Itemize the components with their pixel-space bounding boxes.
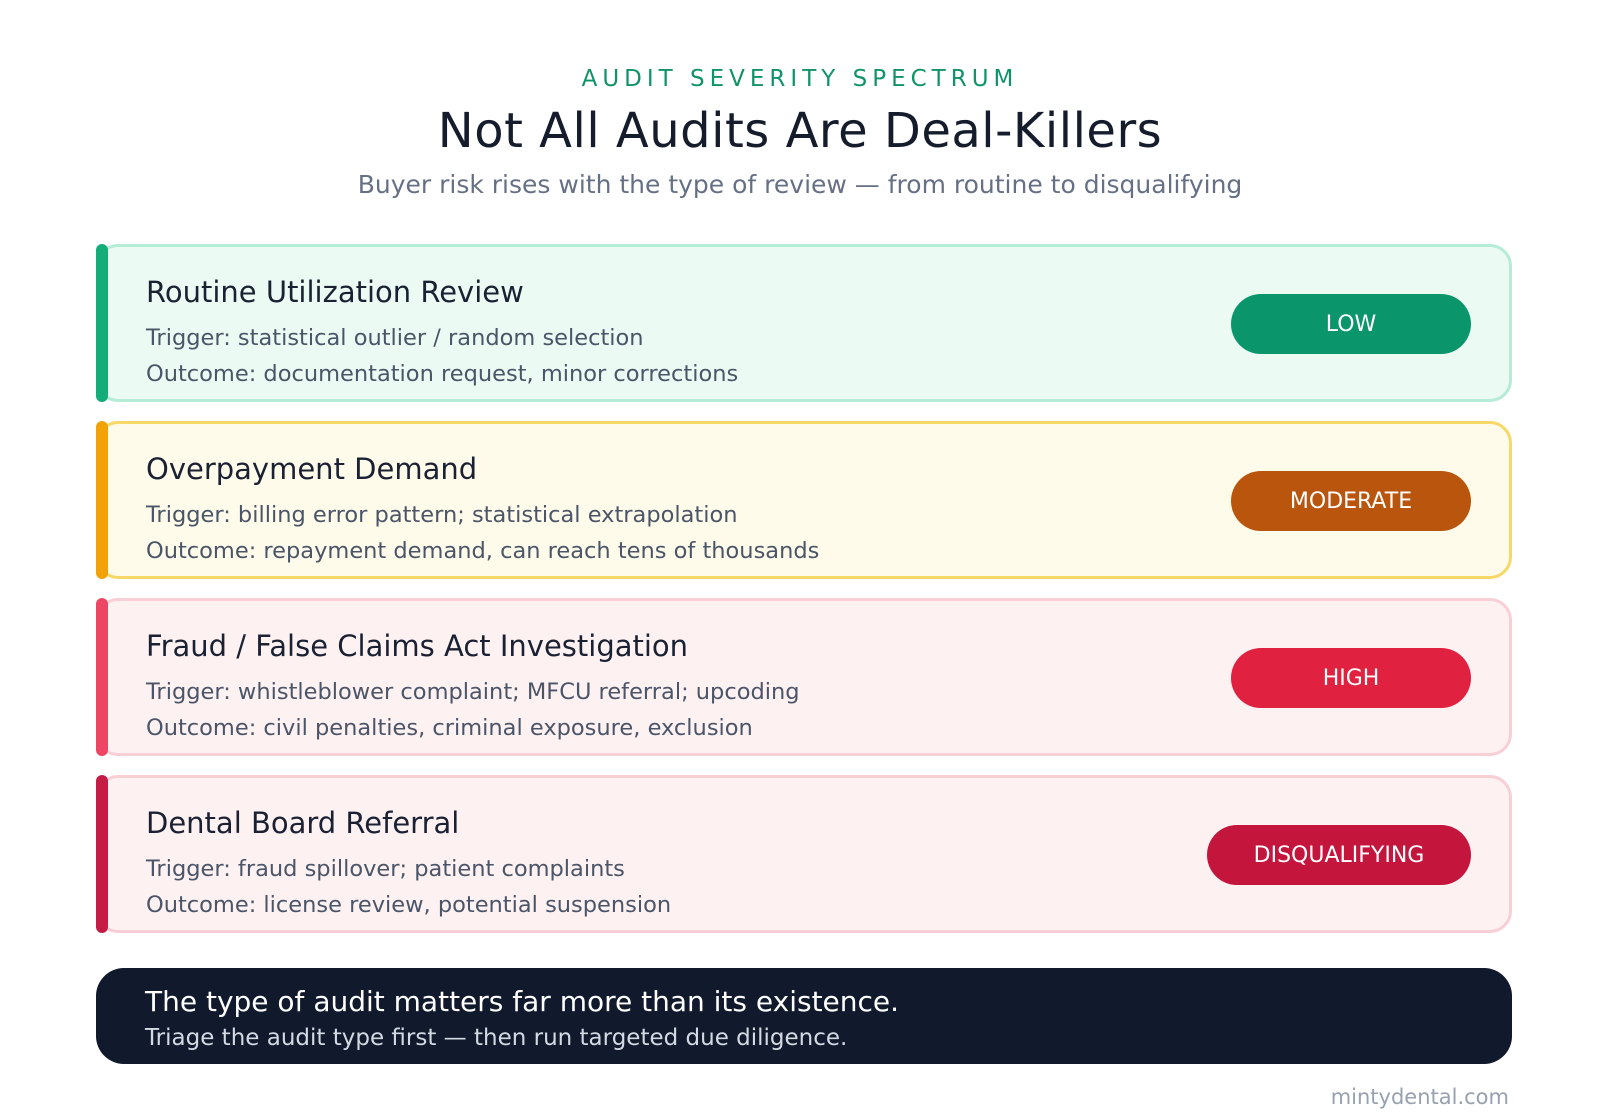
tier-title: Dental Board Referral: [146, 806, 460, 840]
tier-trigger: Trigger: whistleblower complaint; MFCU r…: [146, 679, 800, 705]
tier-title: Routine Utilization Review: [146, 275, 524, 309]
severity-accent-bar: [96, 421, 108, 579]
footer-site-label: mintydental.com: [1330, 1085, 1509, 1109]
severity-badge: LOW: [1231, 294, 1471, 354]
severity-badge: DISQUALIFYING: [1207, 825, 1471, 885]
tier-trigger: Trigger: statistical outlier / random se…: [146, 325, 644, 351]
callout-detail: Triage the audit type first — then run t…: [145, 1025, 848, 1051]
tier-card-disqualifying: Dental Board Referral Trigger: fraud spi…: [96, 775, 1512, 933]
severity-accent-bar: [96, 598, 108, 756]
tier-title: Overpayment Demand: [146, 452, 478, 486]
tier-trigger: Trigger: billing error pattern; statisti…: [146, 502, 738, 528]
severity-badge: HIGH: [1231, 648, 1471, 708]
tier-card-low: Routine Utilization Review Trigger: stat…: [96, 244, 1512, 402]
eyebrow-label: AUDIT SEVERITY SPECTRUM: [581, 66, 1019, 92]
infographic-page: AUDIT SEVERITY SPECTRUM Not All Audits A…: [0, 0, 1600, 1120]
tier-outcome: Outcome: repayment demand, can reach ten…: [146, 538, 820, 564]
tier-title: Fraud / False Claims Act Investigation: [146, 629, 689, 663]
tier-card-moderate: Overpayment Demand Trigger: billing erro…: [96, 421, 1512, 579]
tier-outcome: Outcome: civil penalties, criminal expos…: [146, 715, 753, 741]
page-title: Not All Audits Are Deal-Killers: [437, 103, 1163, 159]
tier-outcome: Outcome: license review, potential suspe…: [146, 892, 672, 918]
severity-badge: MODERATE: [1231, 471, 1471, 531]
tier-trigger: Trigger: fraud spillover; patient compla…: [146, 856, 625, 882]
page-subtitle: Buyer risk rises with the type of review…: [357, 170, 1243, 199]
severity-accent-bar: [96, 775, 108, 933]
severity-accent-bar: [96, 244, 108, 402]
tier-outcome: Outcome: documentation request, minor co…: [146, 361, 739, 387]
tier-card-high: Fraud / False Claims Act Investigation T…: [96, 598, 1512, 756]
callout-headline: The type of audit matters far more than …: [145, 985, 900, 1018]
takeaway-callout: The type of audit matters far more than …: [96, 968, 1512, 1064]
